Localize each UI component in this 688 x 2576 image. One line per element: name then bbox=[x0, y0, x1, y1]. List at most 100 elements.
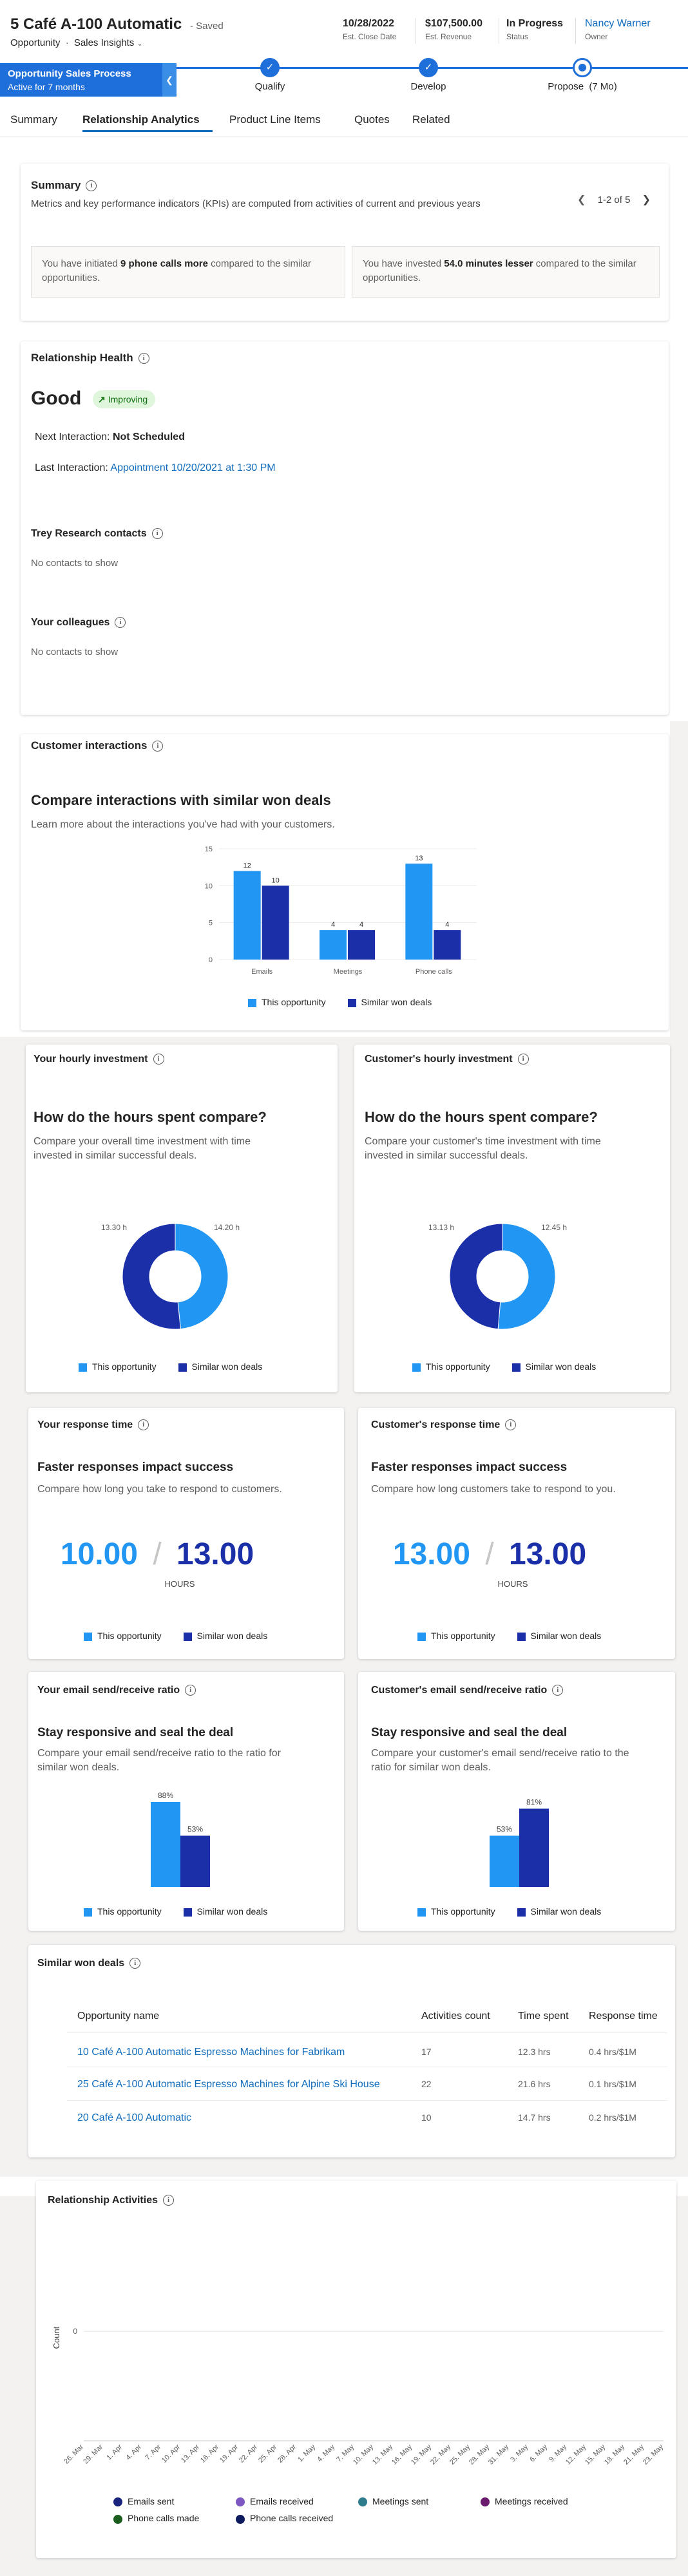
x-tick-label: 1. Apr bbox=[105, 2443, 124, 2461]
legend-item[interactable]: Emails sent bbox=[113, 2496, 236, 2507]
info-icon[interactable]: i bbox=[86, 180, 97, 192]
bar-meetings-this bbox=[320, 930, 347, 960]
x-tick-label: 22. May bbox=[429, 2443, 453, 2467]
info-icon[interactable]: i bbox=[163, 2195, 174, 2206]
legend-item-this[interactable]: This opportunity bbox=[84, 1631, 162, 1641]
info-icon[interactable]: i bbox=[129, 1958, 141, 1969]
info-icon[interactable]: i bbox=[153, 1054, 164, 1065]
customer-response-similar-value: 13.00 bbox=[509, 1537, 587, 1571]
legend-marker bbox=[236, 2497, 245, 2507]
process-flag[interactable]: Opportunity Sales Process Active for 7 m… bbox=[0, 63, 162, 97]
legend-item-this[interactable]: This opportunity bbox=[417, 1906, 495, 1917]
status-field: In Progress Status bbox=[506, 18, 564, 41]
info-icon[interactable]: i bbox=[505, 1419, 517, 1431]
legend-item-similar[interactable]: Similar won deals bbox=[183, 1906, 267, 1917]
info-icon[interactable]: i bbox=[185, 1685, 196, 1696]
x-tick-label: 31. May bbox=[487, 2443, 511, 2467]
activities-legend: Emails sent Emails received Meetings sent M… bbox=[113, 2496, 603, 2530]
info-icon[interactable]: i bbox=[115, 617, 126, 629]
legend-item-this[interactable]: This opportunity bbox=[412, 1361, 490, 1372]
response-this-value: 10.00 bbox=[60, 1537, 138, 1571]
legend-item[interactable]: Meetings sent bbox=[358, 2496, 481, 2507]
legend-item-this[interactable]: This opportunity bbox=[417, 1631, 495, 1641]
column-header[interactable]: Time spent bbox=[518, 2011, 569, 2022]
customer-email-ratio-description: Compare your customer's email send/recei… bbox=[371, 1748, 629, 1773]
info-icon[interactable]: i bbox=[152, 741, 164, 752]
legend-item-similar[interactable]: Similar won deals bbox=[511, 1361, 596, 1372]
last-interaction-link[interactable]: Appointment 10/20/2021 at 1:30 PM bbox=[110, 462, 275, 473]
bar-phone-calls-similar bbox=[434, 930, 461, 960]
x-tick-label: 4. May bbox=[316, 2443, 336, 2463]
tab-active-indicator bbox=[82, 130, 213, 132]
opportunity-link[interactable]: 25 Café A-100 Automatic Espresso Machine… bbox=[77, 2079, 380, 2090]
form-selector[interactable]: Sales Insights ⌄ bbox=[74, 37, 143, 48]
summary-description: Metrics and key performance indicators (… bbox=[31, 198, 481, 209]
owner-field: Nancy Warner Owner bbox=[585, 18, 651, 41]
customer-response-title: Customer's response time i bbox=[371, 1419, 517, 1431]
tab-relationship-analytics[interactable]: Relationship Analytics bbox=[82, 113, 200, 126]
response-description: Compare how long you take to respond to … bbox=[37, 1484, 282, 1495]
bar-similar-won-deals bbox=[519, 1808, 549, 1887]
status-badge: ↗ Improving bbox=[93, 390, 156, 408]
info-icon[interactable]: i bbox=[151, 528, 163, 540]
email-ratio-heading: Stay responsive and seal the deal bbox=[37, 1726, 234, 1739]
customer-hourly-heading: How do the hours spent compare? bbox=[365, 1109, 598, 1125]
health-status: Good bbox=[31, 388, 82, 409]
info-icon[interactable]: i bbox=[552, 1685, 564, 1696]
column-header[interactable]: Response time bbox=[589, 2011, 658, 2022]
tab-related[interactable]: Related bbox=[412, 113, 450, 126]
x-tick-label: 1. May bbox=[296, 2443, 317, 2463]
legend-item-this[interactable]: This opportunity bbox=[79, 1361, 157, 1372]
chevron-right-icon[interactable]: ❯ bbox=[642, 194, 651, 205]
response-time-card bbox=[28, 1408, 344, 1659]
legend-item[interactable]: Phone calls received bbox=[236, 2513, 358, 2524]
data-label: 12 bbox=[244, 862, 251, 869]
customer-hourly-title: Customer's hourly investment i bbox=[365, 1054, 529, 1065]
legend-item-similar[interactable]: Similar won deals bbox=[178, 1361, 262, 1372]
x-tick-label: 16. May bbox=[390, 2443, 414, 2467]
revenue-field: $107,500.00 Est. Revenue bbox=[425, 18, 483, 41]
legend-label: Emails sent bbox=[128, 2496, 175, 2506]
tab-product-line-items[interactable]: Product Line Items bbox=[229, 113, 321, 126]
column-header[interactable]: Opportunity name bbox=[77, 2011, 159, 2022]
info-icon[interactable]: i bbox=[138, 1419, 149, 1431]
legend-item[interactable]: Phone calls made bbox=[113, 2513, 236, 2524]
opportunity-link[interactable]: 10 Café A-100 Automatic Espresso Machine… bbox=[77, 2047, 345, 2058]
bar-emails-similar bbox=[262, 886, 289, 960]
hourly-title: Your hourly investment i bbox=[33, 1054, 164, 1065]
stage-qualify[interactable]: ✓ Qualify bbox=[241, 58, 299, 92]
legend-label: Meetings received bbox=[495, 2496, 568, 2506]
legend-item[interactable]: Emails received bbox=[236, 2496, 358, 2507]
response-unit: HOURS bbox=[164, 1579, 195, 1589]
customer-response-this-value: 13.00 bbox=[392, 1537, 470, 1571]
info-icon[interactable]: i bbox=[517, 1054, 529, 1065]
x-tick-label: 6. May bbox=[528, 2443, 549, 2463]
info-icon[interactable]: i bbox=[138, 353, 149, 365]
legend-item-similar[interactable]: Similar won deals bbox=[517, 1631, 601, 1641]
opportunity-link[interactable]: 20 Café A-100 Automatic bbox=[77, 2112, 191, 2124]
chevron-left-icon[interactable]: ❮ bbox=[577, 194, 586, 205]
contacts-empty: No contacts to show bbox=[31, 558, 119, 569]
summary-title: Summary i bbox=[31, 179, 97, 192]
table-divider bbox=[67, 2032, 667, 2033]
legend-item-similar[interactable]: Similar won deals bbox=[517, 1906, 601, 1917]
insight-card: You have invested 54.0 minutes lesser co… bbox=[352, 246, 660, 298]
process-collapse-button[interactable]: ❮ bbox=[162, 63, 177, 97]
legend-item-this[interactable]: This opportunity bbox=[248, 997, 326, 1007]
owner-link[interactable]: Nancy Warner bbox=[585, 18, 651, 30]
column-header[interactable]: Activities count bbox=[421, 2011, 490, 2022]
hourly-heading: How do the hours spent compare? bbox=[33, 1109, 267, 1125]
interactions-bar-chart: 0 5 10 15 12 10 Emails 4 4 Meetings 13 4 Phone calls bbox=[205, 846, 477, 976]
legend-item-this[interactable]: This opportunity bbox=[84, 1906, 162, 1917]
legend-item-similar[interactable]: Similar won deals bbox=[183, 1631, 267, 1641]
legend-item-similar[interactable]: Similar won deals bbox=[347, 997, 432, 1007]
process-bar: ✓ Qualify ✓ Develop Propose (7 Mo) bbox=[177, 58, 688, 97]
x-tick-label: 13. Apr bbox=[180, 2443, 201, 2464]
stage-propose[interactable]: Propose (7 Mo) bbox=[537, 58, 627, 92]
slice-label-this: 13.13 h bbox=[428, 1223, 454, 1232]
tab-quotes[interactable]: Quotes bbox=[354, 113, 390, 126]
customer-email-ratio-title: Customer's email send/receive ratio i bbox=[371, 1685, 564, 1696]
legend-item[interactable]: Meetings received bbox=[481, 2496, 603, 2507]
tab-summary[interactable]: Summary bbox=[10, 113, 57, 126]
stage-develop[interactable]: ✓ Develop bbox=[399, 58, 457, 92]
